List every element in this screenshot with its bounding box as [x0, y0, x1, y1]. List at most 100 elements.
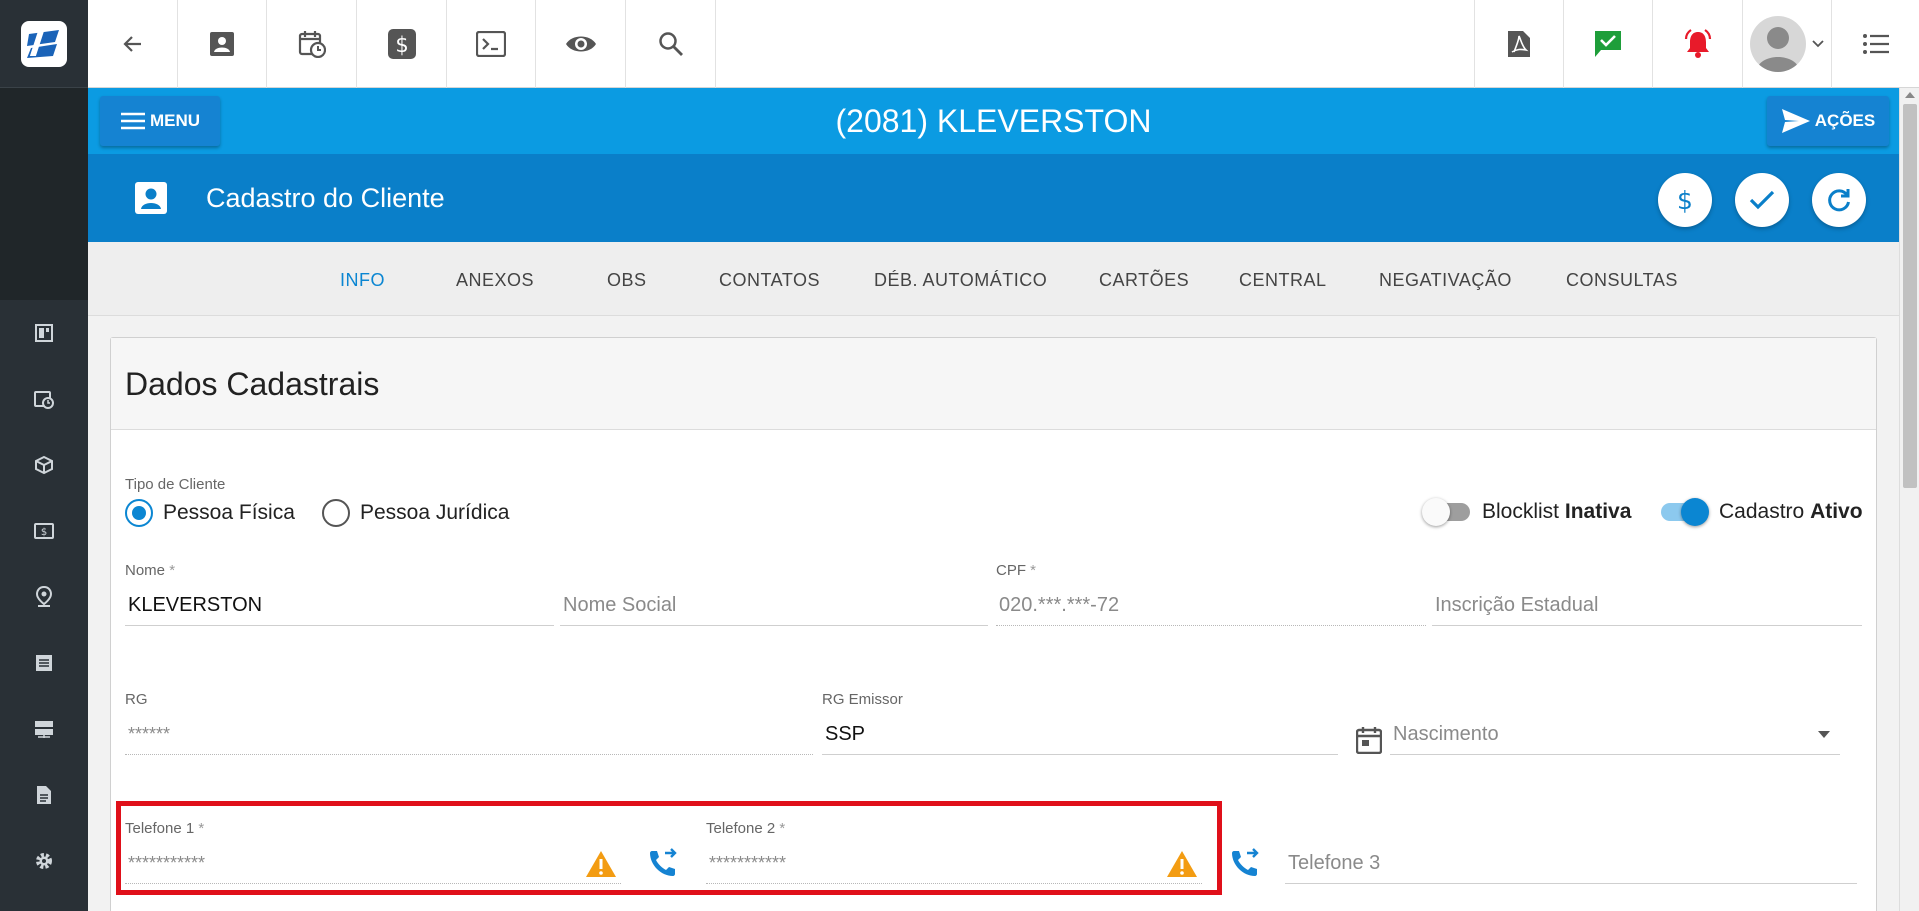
scroll-up-arrow[interactable] [1905, 92, 1915, 98]
telefone2-call-button[interactable] [1230, 848, 1260, 883]
terminal-button[interactable] [447, 0, 536, 88]
rg-input[interactable]: ****** [125, 715, 813, 755]
search-button[interactable] [626, 0, 716, 88]
avatar [1750, 16, 1806, 72]
tab-central[interactable]: CENTRAL [1239, 242, 1327, 316]
sidebar-nav: $ [0, 300, 88, 894]
sidebar-item-dashboard[interactable] [0, 300, 88, 366]
document-icon [37, 786, 51, 804]
svg-text:$: $ [1677, 186, 1693, 214]
nascimento-placeholder: Nascimento [1393, 723, 1499, 745]
pdf-icon [1508, 31, 1530, 57]
search-icon [658, 32, 683, 56]
tab-deb-automatico[interactable]: DÉB. AUTOMÁTICO [874, 242, 1047, 316]
nome-input[interactable]: KLEVERSTON [125, 586, 554, 626]
phone-fields-highlight [116, 801, 1222, 895]
tab-negativacao[interactable]: NEGATIVAÇÃO [1379, 242, 1512, 316]
section-header: Cadastro do Cliente $ [88, 154, 1899, 242]
location-icon [35, 586, 53, 607]
telefone3-placeholder: Telefone 3 [1288, 852, 1381, 874]
cpf-label: CPF * [996, 562, 1037, 579]
toggle-on-icon [1661, 498, 1709, 526]
telefone3-input[interactable]: Telefone 3 [1285, 844, 1857, 884]
finance-button[interactable]: $ [357, 0, 447, 88]
send-icon [1781, 109, 1810, 133]
messages-button[interactable] [1563, 0, 1652, 88]
radio-unselected-icon [322, 499, 350, 527]
financial-action-button[interactable]: $ [1658, 173, 1712, 227]
sidebar-item-finance[interactable]: $ [0, 498, 88, 564]
app-root: $ $ MENU (2081) KLEVERSTON AÇÕES Cadastr… [0, 0, 1919, 911]
refresh-button[interactable] [1812, 173, 1866, 227]
sidebar-item-reports[interactable] [0, 630, 88, 696]
title-bar: MENU (2081) KLEVERSTON AÇÕES [88, 88, 1899, 154]
svg-text:$: $ [41, 527, 47, 538]
calendar-icon[interactable] [1355, 726, 1383, 759]
view-button[interactable] [536, 0, 626, 88]
cpf-input[interactable]: 020.***.***-72 [996, 586, 1426, 626]
nome-value: KLEVERSTON [128, 594, 263, 616]
blocklist-label: Blocklist [1482, 500, 1560, 523]
tab-contatos[interactable]: CONTATOS [719, 242, 820, 316]
sidebar-item-documents[interactable] [0, 762, 88, 828]
radio-pessoa-juridica-label: Pessoa Jurídica [360, 501, 510, 524]
back-arrow-icon [122, 36, 141, 52]
save-button[interactable] [1735, 173, 1789, 227]
radio-pessoa-fisica[interactable]: Pessoa Física [125, 499, 295, 527]
rg-label: RG [125, 691, 148, 708]
contact-card-icon [210, 32, 234, 56]
server-icon [35, 721, 53, 738]
schedule-button[interactable] [267, 0, 357, 88]
list-icon [1862, 34, 1889, 54]
acoes-button[interactable]: AÇÕES [1767, 96, 1889, 146]
radio-pessoa-juridica[interactable]: Pessoa Jurídica [322, 499, 509, 527]
nome-social-input[interactable]: Nome Social [560, 586, 988, 626]
sidebar-item-schedule[interactable] [0, 366, 88, 432]
list-box-icon [36, 655, 52, 671]
logo-area[interactable] [0, 0, 88, 88]
cpf-value: 020.***.***-72 [999, 594, 1120, 616]
cadastro-state: Ativo [1810, 500, 1863, 523]
rg-emissor-label: RG Emissor [822, 691, 903, 708]
rg-emissor-value: SSP [825, 723, 866, 745]
alarm-bell-icon [1684, 29, 1711, 58]
sidebar-spacer [0, 88, 88, 300]
sidebar-item-locations[interactable] [0, 564, 88, 630]
hamburger-icon [120, 112, 145, 130]
blocklist-state: Inativa [1564, 500, 1632, 523]
tab-anexos[interactable]: ANEXOS [456, 242, 534, 316]
sidebar-item-servers[interactable] [0, 696, 88, 762]
alerts-button[interactable] [1652, 0, 1742, 88]
cadastro-label: Cadastro [1719, 500, 1805, 523]
vertical-scrollbar[interactable] [1899, 88, 1919, 911]
list-menu-button[interactable] [1831, 0, 1919, 88]
user-menu[interactable] [1742, 0, 1831, 88]
pdf-button[interactable] [1474, 0, 1563, 88]
rg-emissor-input[interactable]: SSP [822, 715, 1338, 755]
nome-social-placeholder: Nome Social [563, 594, 677, 616]
phone-forward-icon [1232, 848, 1259, 876]
nascimento-input[interactable]: Nascimento [1390, 715, 1840, 755]
calendar-clock-icon [298, 31, 326, 58]
dashboard-icon [35, 324, 53, 342]
back-button[interactable] [88, 0, 178, 88]
tab-cartoes[interactable]: CARTÕES [1099, 242, 1189, 316]
clients-button[interactable] [178, 0, 267, 88]
inscricao-placeholder: Inscrição Estadual [1435, 594, 1599, 616]
tab-obs[interactable]: OBS [607, 242, 647, 316]
menu-button[interactable]: MENU [100, 96, 220, 146]
radio-pessoa-fisica-label: Pessoa Física [163, 501, 295, 524]
menu-label: MENU [149, 111, 201, 130]
sidebar-item-products[interactable] [0, 432, 88, 498]
tab-info[interactable]: INFO [340, 242, 385, 316]
section-title: Cadastro do Cliente [206, 183, 445, 213]
cadastro-toggle[interactable]: Cadastro Ativo [1661, 498, 1863, 526]
radio-selected-icon [125, 499, 153, 527]
blocklist-toggle[interactable]: Blocklist Inativa [1422, 498, 1632, 526]
nome-label: Nome * [125, 562, 176, 579]
inscricao-estadual-input[interactable]: Inscrição Estadual [1432, 586, 1862, 626]
page-title: (2081) KLEVERSTON [835, 103, 1152, 139]
scroll-thumb[interactable] [1903, 104, 1917, 488]
sidebar-item-settings[interactable] [0, 828, 88, 894]
tab-consultas[interactable]: CONSULTAS [1566, 242, 1678, 316]
